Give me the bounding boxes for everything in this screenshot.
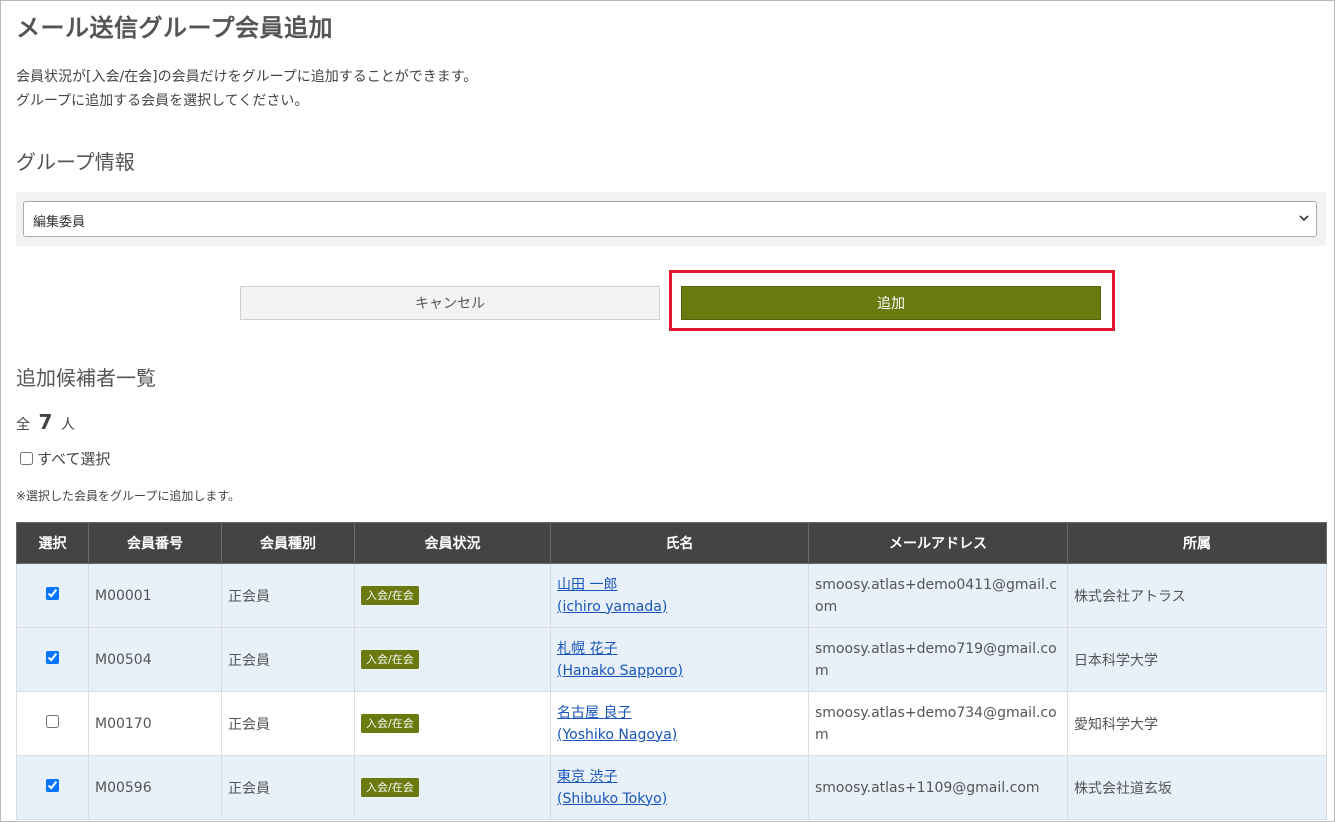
row-select-cell (16, 563, 89, 628)
member-affiliation: 株式会社アトラス (1067, 563, 1327, 628)
table-row: M00504 正会員 入会/在会 札幌 花子 (Hanako Sapporo) … (16, 627, 1327, 692)
member-name-link[interactable]: 名古屋 良子 (557, 702, 802, 724)
status-badge: 入会/在会 (361, 585, 419, 606)
chevron-down-icon (1299, 215, 1309, 222)
header-member-status: 会員状況 (354, 522, 551, 564)
row-checkbox[interactable] (46, 587, 59, 600)
row-select-cell (16, 755, 89, 820)
member-type: 正会員 (221, 755, 355, 820)
header-select: 選択 (16, 522, 89, 564)
member-name-en-link[interactable]: (ichiro yamada) (557, 596, 802, 618)
group-info-heading: グループ情報 (16, 150, 135, 174)
group-select[interactable]: 編集委員 (23, 201, 1317, 237)
member-id: M00001 (88, 563, 222, 628)
member-name-en-link[interactable]: (Yoshiko Nagoya) (557, 724, 802, 746)
header-email: メールアドレス (808, 522, 1068, 564)
member-id: M00504 (88, 627, 222, 692)
row-checkbox[interactable] (46, 651, 59, 664)
add-button[interactable]: 追加 (681, 286, 1101, 320)
member-status-cell: 入会/在会 (354, 691, 551, 756)
email-text: smoosy.atlas+demo734@gmail.com (815, 704, 1057, 743)
member-email: smoosy.atlas+demo719@gmail.com (808, 627, 1068, 692)
member-status-cell: 入会/在会 (354, 627, 551, 692)
member-id: M00170 (88, 691, 222, 756)
select-all[interactable]: すべて選択 (18, 448, 110, 469)
row-select-cell (16, 691, 89, 756)
header-affiliation: 所属 (1067, 522, 1327, 564)
table-row: M00001 正会員 入会/在会 山田 一郎 (ichiro yamada) s… (16, 563, 1327, 628)
email-text: smoosy.atlas+demo719@gmail.com (815, 640, 1057, 679)
member-email: smoosy.atlas+1109@gmail.com (808, 755, 1068, 820)
member-name-en-link[interactable]: (Hanako Sapporo) (557, 660, 802, 682)
status-badge: 入会/在会 (361, 649, 419, 670)
candidates-heading: 追加候補者一覧 (16, 366, 156, 390)
select-all-checkbox[interactable] (20, 452, 33, 465)
header-member-id: 会員番号 (88, 522, 222, 564)
status-badge: 入会/在会 (361, 777, 419, 798)
page-title: メール送信グループ会員追加 (16, 14, 334, 42)
member-affiliation: 日本科学大学 (1067, 627, 1327, 692)
row-select-cell (16, 627, 89, 692)
member-name-en-link[interactable]: (Shibuko Tokyo) (557, 788, 802, 810)
member-status-cell: 入会/在会 (354, 755, 551, 820)
member-name-cell: 東京 渋子 (Shibuko Tokyo) (550, 755, 809, 820)
email-text: smoosy.atlas+1109@gmail.com (815, 779, 1040, 796)
table-row: M00596 正会員 入会/在会 東京 渋子 (Shibuko Tokyo) s… (16, 755, 1327, 820)
member-type: 正会員 (221, 691, 355, 756)
member-affiliation: 株式会社道玄坂 (1067, 755, 1327, 820)
member-name-cell: 札幌 花子 (Hanako Sapporo) (550, 627, 809, 692)
header-member-type: 会員種別 (221, 522, 355, 564)
status-badge: 入会/在会 (361, 713, 419, 734)
table-row: M00170 正会員 入会/在会 名古屋 良子 (Yoshiko Nagoya)… (16, 691, 1327, 756)
member-type: 正会員 (221, 627, 355, 692)
count-value: 7 (38, 410, 53, 434)
member-email: smoosy.atlas+demo0411@gmail.com (808, 563, 1068, 628)
description-line-2: グループに追加する会員を選択してください。 (16, 93, 309, 109)
member-name-cell: 名古屋 良子 (Yoshiko Nagoya) (550, 691, 809, 756)
table-header-row: 選択 会員番号 会員種別 会員状況 氏名 メールアドレス 所属 (16, 522, 1327, 564)
member-name-link[interactable]: 山田 一郎 (557, 574, 802, 596)
member-id: M00596 (88, 755, 222, 820)
member-status-cell: 入会/在会 (354, 563, 551, 628)
count-suffix: 人 (60, 417, 75, 433)
count-prefix: 全 (16, 417, 30, 433)
description-line-1: 会員状況が[入会/在会]の会員だけをグループに追加することができます。 (16, 69, 478, 85)
row-checkbox[interactable] (46, 779, 59, 792)
cancel-button[interactable]: キャンセル (240, 286, 660, 320)
member-name-link[interactable]: 札幌 花子 (557, 638, 802, 660)
member-affiliation: 愛知科学大学 (1067, 691, 1327, 756)
group-select-container: 編集委員 (16, 192, 1326, 246)
member-name-cell: 山田 一郎 (ichiro yamada) (550, 563, 809, 628)
member-count: 全 7 人 (16, 410, 75, 434)
row-checkbox[interactable] (46, 715, 59, 728)
email-text: smoosy.atlas+demo0411@gmail.com (815, 576, 1058, 615)
member-type: 正会員 (221, 563, 355, 628)
group-select-value: 編集委員 (33, 215, 86, 230)
member-email: smoosy.atlas+demo734@gmail.com (808, 691, 1068, 756)
members-table: 選択 会員番号 会員種別 会員状況 氏名 メールアドレス 所属 M00001 正… (16, 522, 1327, 820)
member-name-link[interactable]: 東京 渋子 (557, 766, 802, 788)
selection-note: ※選択した会員をグループに追加します。 (16, 489, 241, 503)
header-name: 氏名 (550, 522, 809, 564)
select-all-label: すべて選択 (37, 450, 111, 468)
